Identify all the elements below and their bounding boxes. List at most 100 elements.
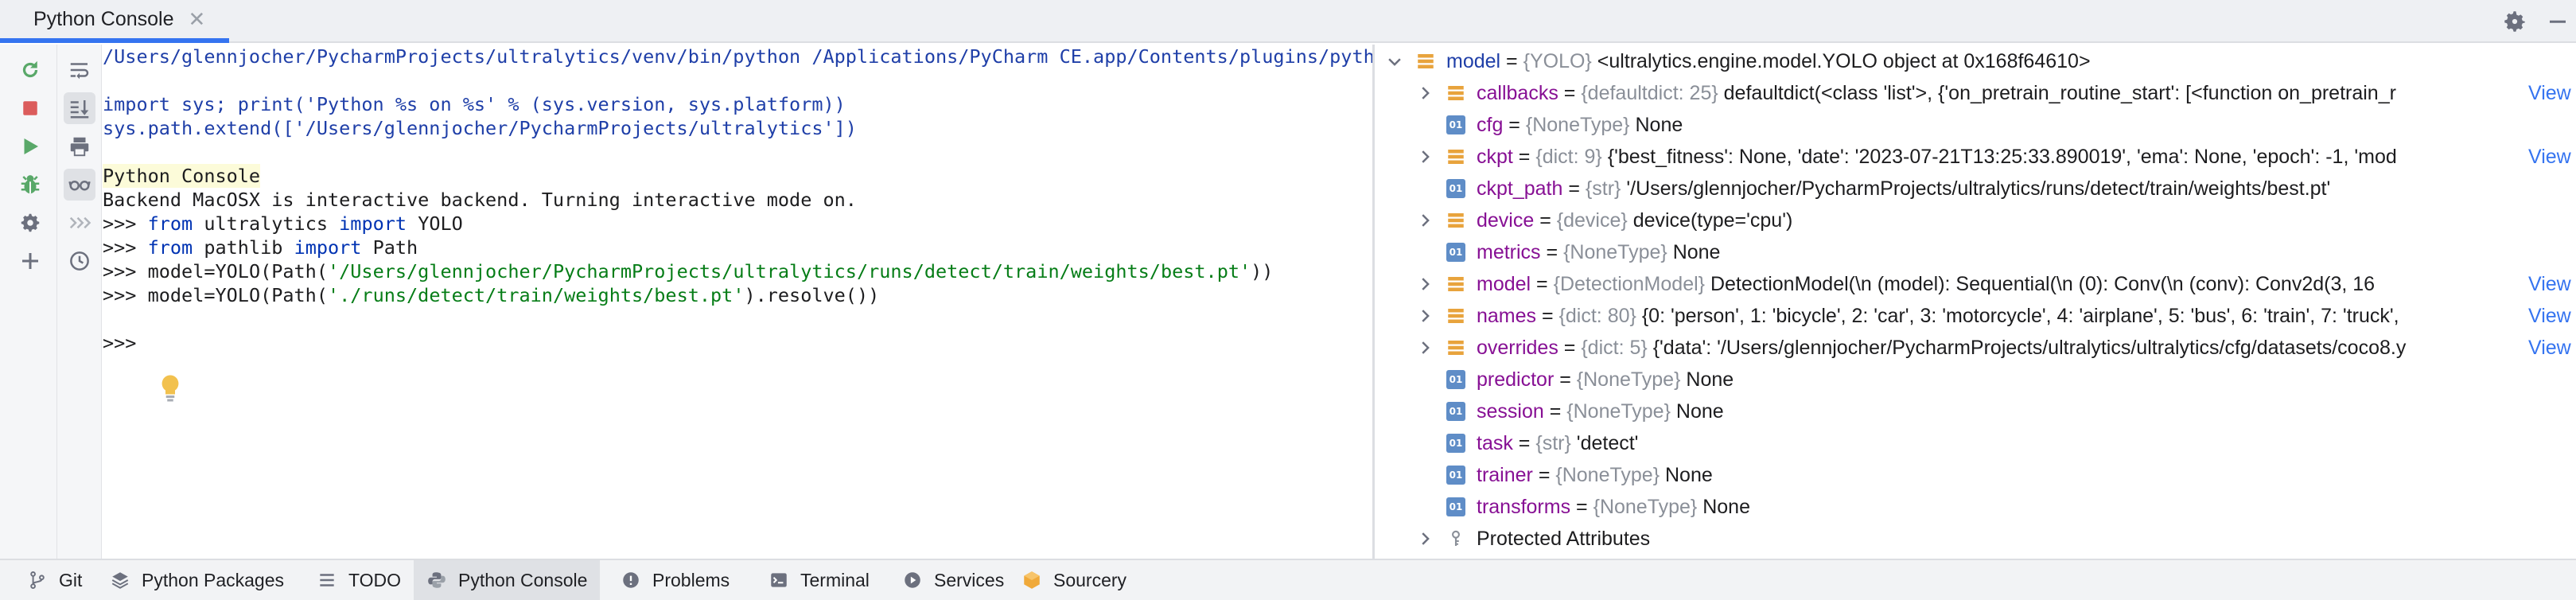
console-output[interactable]: /Users/glennjocher/PycharmProjects/ultra… [103,45,1372,559]
new-console-button[interactable] [14,245,46,277]
variable-row[interactable]: 01 metrics = {NoneType} None [1375,236,2576,268]
object-icon [1448,341,1464,355]
prompt: >>> [103,236,137,259]
view-link[interactable]: View [2523,77,2571,109]
sourcery-icon [1024,571,1040,589]
toolwindow-python-packages[interactable]: Python Packages [97,560,297,600]
object-icon [1448,86,1464,100]
string-literal: './runs/detect/train/weights/best.pt' [327,284,745,306]
variable-row[interactable]: device = {device} device(type='cpu') [1375,205,2576,236]
equals-sign: = [1558,337,1582,359]
variable-row[interactable]: 01 cfg = {NoneType} None [1375,109,2576,141]
toolwindow-services[interactable]: Services [889,560,1017,600]
object-icon [1448,150,1464,164]
stop-button[interactable] [14,92,46,124]
variable-type: {YOLO} [1523,50,1592,72]
variable-value: None [1675,400,1724,423]
code-text: model=YOLO(Path( [147,284,328,306]
scroll-to-end-button[interactable] [64,92,95,124]
chevron-right-icon[interactable] [1416,84,1434,102]
tab-python-console[interactable]: Python Console ✕ [0,0,230,43]
gear-icon[interactable] [2501,8,2528,35]
soft-wrap-icon [70,63,89,80]
settings-button[interactable] [14,207,46,239]
chevron-right-icon[interactable] [1416,339,1434,356]
variables-panel: model = {YOLO} <ultralytics.engine.model… [1375,45,2576,559]
variable-row[interactable]: 01 transforms = {NoneType} None [1375,491,2576,523]
toolwindow-label: Git [59,569,83,590]
history-button[interactable] [64,245,95,277]
equals-sign: = [1536,305,1559,327]
variable-type: {NoneType} [1576,368,1681,391]
chevron-down-icon[interactable] [1386,53,1403,70]
toolwindow-problems[interactable]: Problems [608,560,742,600]
variable-row[interactable]: names = {dict: 80} {0: 'person', 1: 'bic… [1375,300,2576,332]
variable-type: {NoneType} [1566,400,1671,423]
lightbulb-icon[interactable] [158,374,182,403]
keyword-from: from [147,212,193,235]
execute-button[interactable] [14,131,46,162]
soft-wrap-button[interactable] [64,54,95,86]
toolwindow-python-console[interactable]: Python Console [414,560,601,600]
variable-type: {str} [1535,432,1571,454]
equals-sign: = [1532,464,1556,486]
print-button[interactable] [64,131,95,162]
variable-row[interactable]: 01 ckpt_path = {str} '/Users/glennjocher/… [1375,173,2576,205]
console-line-backend: Backend MacOSX is interactive backend. T… [103,189,857,211]
command-queue-button[interactable] [64,207,95,239]
variable-text: ckpt_path = {str} '/Users/glennjocher/Py… [1477,173,2568,205]
toolwindow-sourcery[interactable]: Sourcery [1009,560,1139,600]
variable-row[interactable]: 01 trainer = {NoneType} None [1375,459,2576,491]
show-variables-button[interactable] [64,169,95,201]
equals-sign: = [1562,177,1586,200]
console-input-prompt[interactable]: >>> [103,331,136,355]
keyword-import: import [339,212,407,235]
services-icon [905,572,920,588]
01-icon: 01 [1446,434,1465,453]
variable-value: <ultralytics.engine.model.YOLO object at… [1597,50,2091,72]
chevron-right-icon[interactable] [1416,307,1434,325]
debug-button[interactable] [14,169,46,201]
chevron-right-icon[interactable] [1416,275,1434,293]
toolwindow-todo[interactable]: TODO [304,560,414,600]
variable-type: {device} [1556,209,1628,232]
variable-name: callbacks [1477,82,1558,104]
fast-forward-icon [69,216,91,229]
view-link[interactable]: View [2523,332,2571,364]
play-icon [24,138,38,154]
variable-value: DetectionModel(\n (model): Sequential(\n… [1710,273,2376,295]
console-line-interpreter: /Users/glennjocher/PycharmProjects/ultra… [103,45,1372,68]
toolwindow-terminal[interactable]: Terminal [756,560,882,600]
variable-row[interactable]: model = {DetectionModel} DetectionModel(… [1375,268,2576,300]
view-link[interactable]: View [2523,268,2571,300]
variable-name: task [1477,432,1513,454]
variable-name: session [1477,400,1544,423]
toolwindow-git[interactable]: Git [14,560,95,600]
chevron-right-icon[interactable] [1416,148,1434,166]
variable-row[interactable]: model = {YOLO} <ultralytics.engine.model… [1375,45,2576,77]
rerun-button[interactable] [14,54,46,86]
view-link[interactable]: View [2523,141,2571,173]
variable-row[interactable]: overrides = {dict: 5} {'data': '/Users/g… [1375,332,2576,364]
chevron-right-icon[interactable] [1416,212,1434,229]
equals-sign: = [1500,50,1523,72]
variable-row[interactable]: 01 session = {NoneType} None [1375,395,2576,427]
variable-type: {dict: 80} [1558,305,1636,327]
clock-icon [70,251,89,271]
variable-row[interactable]: 01 task = {str} 'detect' [1375,427,2576,459]
view-link[interactable]: View [2523,300,2571,332]
chevron-right-icon[interactable] [1416,530,1434,547]
variable-value: None [1635,114,1683,136]
variable-value: None [1672,241,1721,263]
toolwindow-label: Python Packages [142,569,285,590]
scroll-to-end-icon [70,100,89,119]
equals-sign: = [1558,82,1582,104]
variable-row[interactable]: ckpt = {dict: 9} {'best_fitness': None, … [1375,141,2576,173]
minimize-icon[interactable] [2546,8,2570,35]
variable-row[interactable]: callbacks = {defaultdict: 25} defaultdic… [1375,77,2576,109]
variable-row[interactable]: Protected Attributes [1375,523,2576,555]
code-text: model=YOLO(Path( [147,260,328,282]
plus-icon [22,253,38,269]
close-icon[interactable]: ✕ [189,7,206,32]
variable-row[interactable]: 01 predictor = {NoneType} None [1375,364,2576,395]
